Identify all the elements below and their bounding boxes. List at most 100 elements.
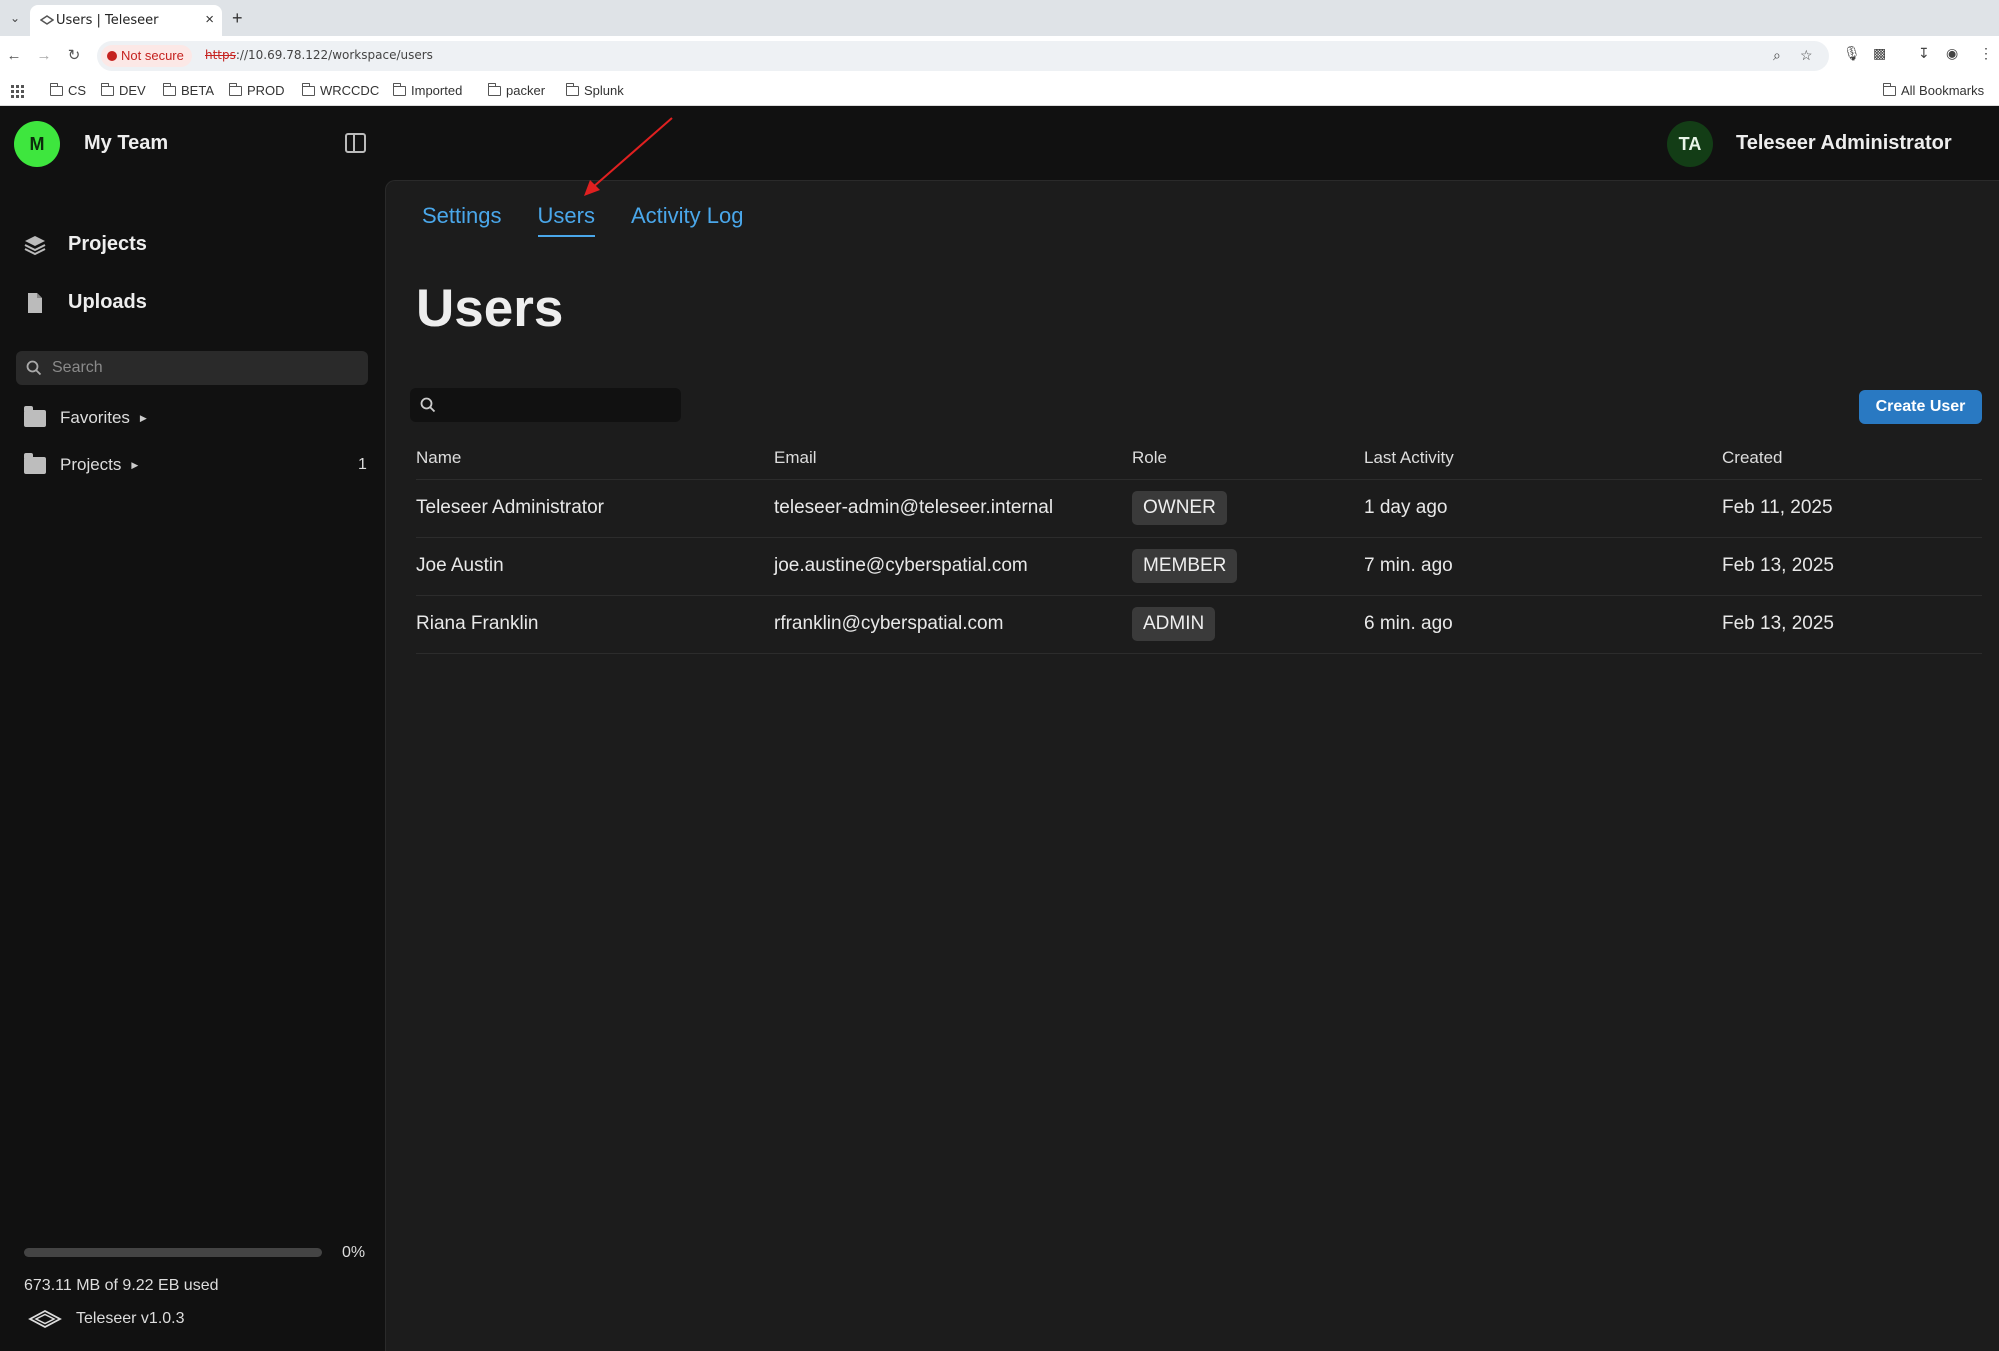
tree-item-projects[interactable]: Projects ▶ xyxy=(24,452,138,475)
folder-icon xyxy=(228,82,242,96)
profile-avatar-icon[interactable]: ◉ xyxy=(1946,45,1958,62)
tab-activity-log[interactable]: Activity Log xyxy=(631,203,744,237)
bookmark-label: PROD xyxy=(247,83,285,98)
column-header-name[interactable]: Name xyxy=(416,437,774,480)
bookmark-folder[interactable]: Splunk xyxy=(565,82,624,98)
folder-icon xyxy=(49,82,63,96)
column-header-role[interactable]: Role xyxy=(1132,437,1364,480)
top-bar: M My Team TA Teleseer Administrator xyxy=(0,106,1999,181)
bookmark-folder[interactable]: CS xyxy=(49,82,87,98)
user-email-cell: joe.austine@cyberspatial.com xyxy=(774,537,1132,596)
sidebar-item-label: Projects xyxy=(68,233,147,255)
folder-icon xyxy=(24,405,46,427)
role-badge: OWNER xyxy=(1132,491,1227,525)
apps-grid-icon[interactable] xyxy=(11,85,24,98)
storage-progress-bar xyxy=(24,1248,322,1257)
download-icon[interactable]: ↧ xyxy=(1918,45,1930,62)
caret-right-icon[interactable]: ▶ xyxy=(131,460,138,471)
layers-icon xyxy=(24,235,46,255)
role-badge: MEMBER xyxy=(1132,549,1238,583)
browser-menu-icon[interactable]: ⋮ xyxy=(1979,45,1993,62)
folder-icon xyxy=(487,82,501,96)
team-avatar[interactable]: M xyxy=(14,121,60,167)
bookmark-folder[interactable]: packer xyxy=(487,82,546,98)
app-version: Teleseer v1.0.3 xyxy=(28,1309,185,1329)
all-bookmarks[interactable]: All Bookmarks xyxy=(1882,82,1984,98)
users-search[interactable] xyxy=(410,388,681,422)
teleseer-favicon-icon xyxy=(40,15,54,25)
projects-count: 1 xyxy=(358,456,367,473)
tab-users[interactable]: Users xyxy=(537,203,595,237)
browser-tab[interactable]: Users | Teleseer × xyxy=(30,5,222,36)
users-table: Name Email Role Last Activity Created Te… xyxy=(416,437,1982,654)
browser-toolbar: ← → ↻ Not secure https://10.69.78.122/wo… xyxy=(0,36,1999,76)
team-name[interactable]: My Team xyxy=(84,132,168,155)
column-header-email[interactable]: Email xyxy=(774,437,1132,480)
sidebar: Projects Uploads Favorites ▶ Projects ▶ … xyxy=(0,181,385,1351)
tree-item-favorites[interactable]: Favorites ▶ xyxy=(24,405,147,428)
url-scheme: https xyxy=(205,48,236,62)
sidebar-item-label: Uploads xyxy=(68,291,147,313)
version-label: Teleseer v1.0.3 xyxy=(76,1310,185,1327)
users-search-input[interactable] xyxy=(444,388,672,422)
bookmark-folder[interactable]: BETA xyxy=(162,82,214,98)
sidebar-toggle-icon[interactable] xyxy=(345,133,366,153)
url-text[interactable]: https://10.69.78.122/workspace/users xyxy=(205,48,433,62)
bookmark-folder[interactable]: DEV xyxy=(100,82,146,98)
caret-right-icon[interactable]: ▶ xyxy=(140,413,147,424)
bookmark-star-icon[interactable]: ☆ xyxy=(1800,47,1813,64)
extensions-icon[interactable]: ▩ xyxy=(1873,45,1886,62)
bookmark-label: WRCCDC xyxy=(320,83,380,98)
table-row[interactable]: Teleseer Administrator teleseer-admin@te… xyxy=(416,479,1982,538)
search-icon xyxy=(420,397,436,413)
address-bar[interactable]: Not secure https://10.69.78.122/workspac… xyxy=(97,41,1829,71)
tree-item-label: Favorites xyxy=(60,408,130,427)
folder-icon xyxy=(100,82,114,96)
not-secure-label: Not secure xyxy=(121,48,184,63)
folder-icon xyxy=(162,82,176,96)
reload-icon[interactable]: ↻ xyxy=(64,46,84,66)
create-user-button[interactable]: Create User xyxy=(1859,390,1982,424)
created-cell: Feb 11, 2025 xyxy=(1722,479,1982,538)
tree-item-label: Projects xyxy=(60,455,122,474)
sidebar-search-input[interactable] xyxy=(52,351,352,385)
not-secure-chip[interactable]: Not secure xyxy=(101,45,192,67)
user-name-cell: Joe Austin xyxy=(416,537,774,596)
table-row[interactable]: Riana Franklin rfranklin@cyberspatial.co… xyxy=(416,595,1982,654)
created-cell: Feb 13, 2025 xyxy=(1722,537,1982,596)
bookmark-folder[interactable]: WRCCDC xyxy=(301,82,380,98)
tab-strip: ⌄ Users | Teleseer × + xyxy=(0,0,1999,36)
warning-icon xyxy=(107,51,117,61)
microphone-icon[interactable]: 🎙 xyxy=(1843,45,1861,62)
table-row[interactable]: Joe Austin joe.austine@cyberspatial.com … xyxy=(416,537,1982,596)
forward-icon[interactable]: → xyxy=(34,46,54,66)
zoom-icon[interactable]: ⌕ xyxy=(1773,47,1781,64)
column-header-created[interactable]: Created xyxy=(1722,437,1982,480)
tab-search-chevron-icon[interactable]: ⌄ xyxy=(6,9,24,27)
created-cell: Feb 13, 2025 xyxy=(1722,595,1982,654)
user-name-cell: Teleseer Administrator xyxy=(416,479,774,538)
user-name[interactable]: Teleseer Administrator xyxy=(1736,132,1952,155)
bookmark-label: BETA xyxy=(181,83,214,98)
bookmark-label: packer xyxy=(506,83,546,98)
sidebar-item-projects[interactable]: Projects xyxy=(24,233,147,256)
sidebar-item-uploads[interactable]: Uploads xyxy=(24,291,147,314)
url-path: ://10.69.78.122/workspace/users xyxy=(235,48,433,62)
bookmark-label: DEV xyxy=(119,83,146,98)
storage-used-text: 673.11 MB of 9.22 EB used xyxy=(24,1277,219,1294)
bookmark-folder[interactable]: Imported xyxy=(392,82,462,98)
tab-settings[interactable]: Settings xyxy=(422,203,502,237)
user-avatar[interactable]: TA xyxy=(1667,121,1713,167)
new-tab-icon[interactable]: + xyxy=(232,8,243,29)
bookmark-label: CS xyxy=(68,83,87,98)
teleseer-logo-icon xyxy=(28,1309,62,1329)
role-badge: ADMIN xyxy=(1132,607,1216,641)
bookmarks-bar: CS DEV BETA PROD WRCCDC Imported packer … xyxy=(0,76,1999,106)
bookmark-folder[interactable]: PROD xyxy=(228,82,285,98)
search-icon xyxy=(26,360,42,376)
folder-icon xyxy=(301,82,315,96)
close-tab-icon[interactable]: × xyxy=(205,11,214,28)
sidebar-search[interactable] xyxy=(16,351,368,385)
back-icon[interactable]: ← xyxy=(4,46,24,66)
column-header-last-activity[interactable]: Last Activity xyxy=(1364,437,1722,480)
